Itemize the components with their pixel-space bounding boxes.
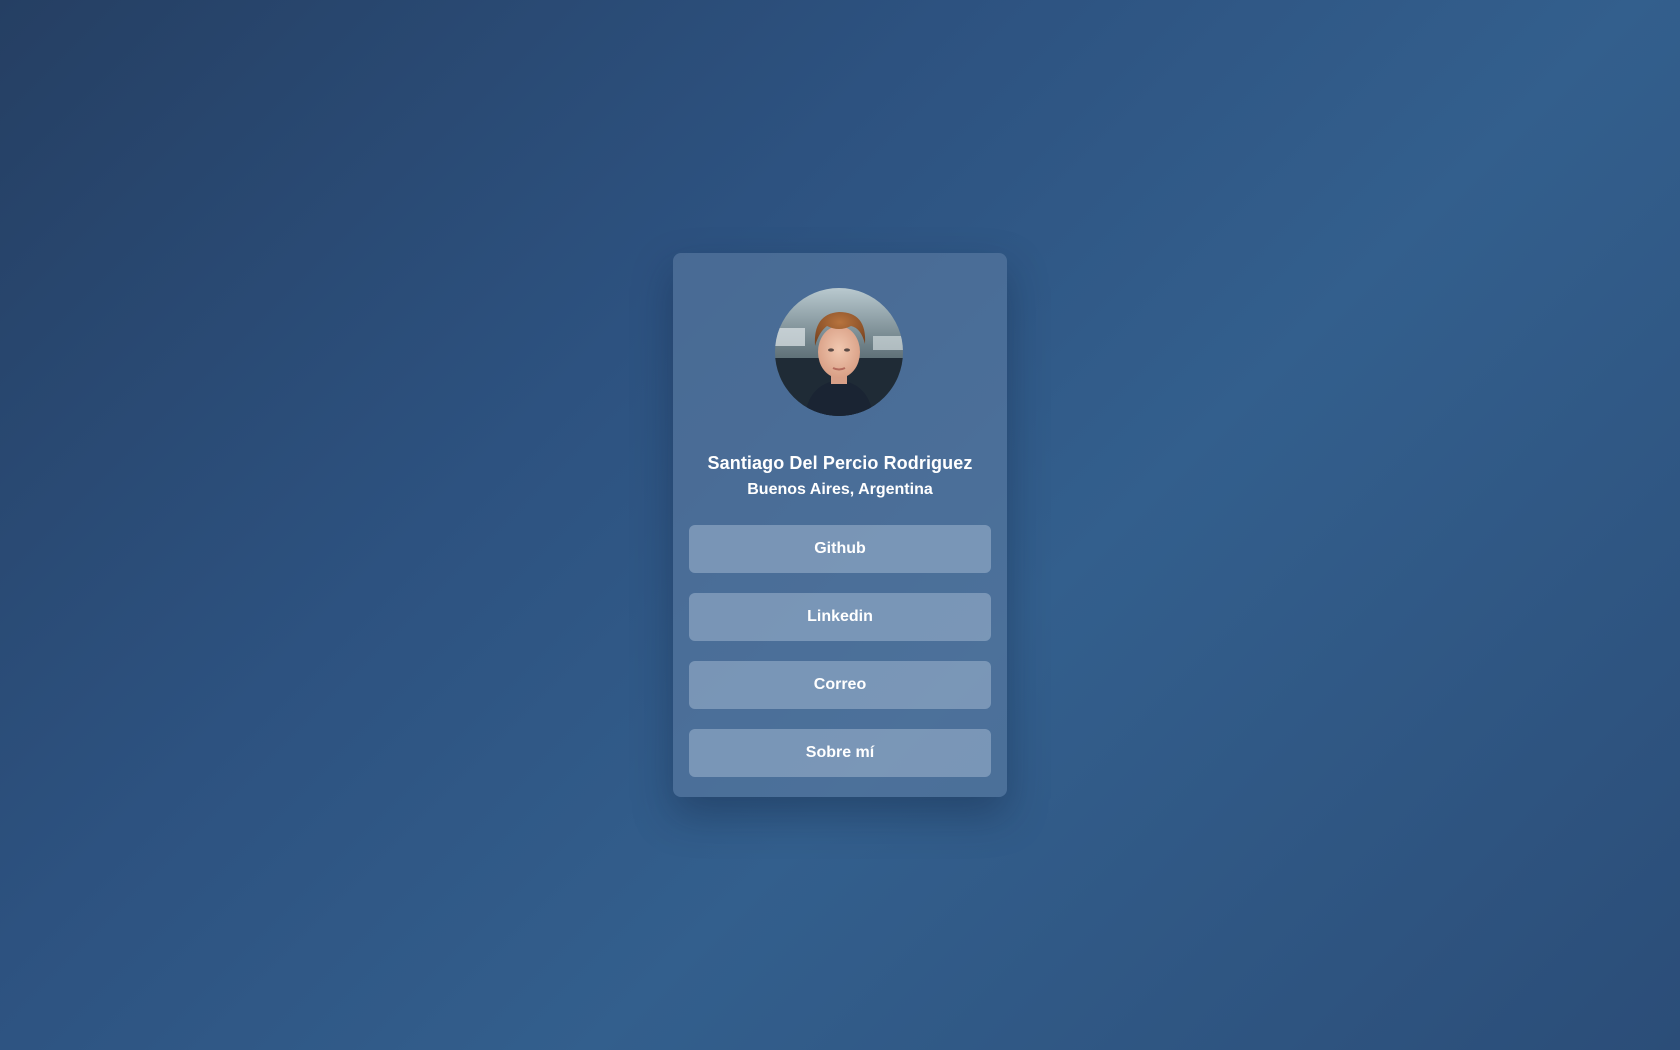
- profile-location: Buenos Aires, Argentina: [747, 481, 933, 498]
- about-me-button[interactable]: Sobre mí: [689, 729, 991, 777]
- avatar: [775, 288, 903, 416]
- linkedin-button[interactable]: Linkedin: [689, 593, 991, 641]
- email-button[interactable]: Correo: [689, 661, 991, 709]
- profile-photo-icon: [775, 288, 903, 416]
- links-list: Github Linkedin Correo Sobre mí: [689, 525, 991, 797]
- github-button[interactable]: Github: [689, 525, 991, 573]
- profile-name: Santiago Del Percio Rodriguez: [707, 453, 973, 473]
- profile-card: Santiago Del Percio Rodriguez Buenos Air…: [673, 253, 1007, 797]
